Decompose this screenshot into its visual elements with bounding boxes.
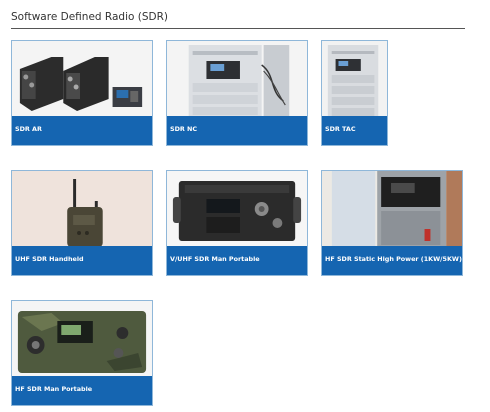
- product-label[interactable]: HF SDR Static High Power (1KW/5KW): [322, 246, 462, 275]
- title-divider: [11, 28, 465, 29]
- product-image[interactable]: [167, 41, 307, 117]
- product-image[interactable]: [12, 41, 152, 117]
- product-label[interactable]: SDR TAC: [322, 116, 387, 145]
- product-label[interactable]: UHF SDR Handheld: [12, 246, 152, 275]
- product-card-sdr-nc[interactable]: SDR NC: [166, 40, 308, 146]
- product-card-sdr-tac[interactable]: SDR TAC: [321, 40, 388, 146]
- product-card-sdr-ar[interactable]: SDR AR: [11, 40, 153, 146]
- section-title: Software Defined Radio (SDR): [11, 11, 168, 23]
- product-image[interactable]: [322, 41, 387, 117]
- product-card-hf-sdr-static-high-power[interactable]: HF SDR Static High Power (1KW/5KW): [321, 170, 463, 276]
- product-label[interactable]: HF SDR Man Portable: [12, 376, 152, 405]
- product-label[interactable]: V/UHF SDR Man Portable: [167, 246, 307, 275]
- product-label[interactable]: SDR NC: [167, 116, 307, 145]
- product-label[interactable]: SDR AR: [12, 116, 152, 145]
- product-card-v-uhf-sdr-man-portable[interactable]: V/UHF SDR Man Portable: [166, 170, 308, 276]
- product-image[interactable]: [167, 171, 307, 247]
- product-card-uhf-sdr-handheld[interactable]: UHF SDR Handheld: [11, 170, 153, 276]
- product-image[interactable]: [12, 301, 152, 377]
- product-card-hf-sdr-man-portable[interactable]: HF SDR Man Portable: [11, 300, 153, 406]
- product-image[interactable]: [322, 171, 462, 247]
- product-image[interactable]: [12, 171, 152, 247]
